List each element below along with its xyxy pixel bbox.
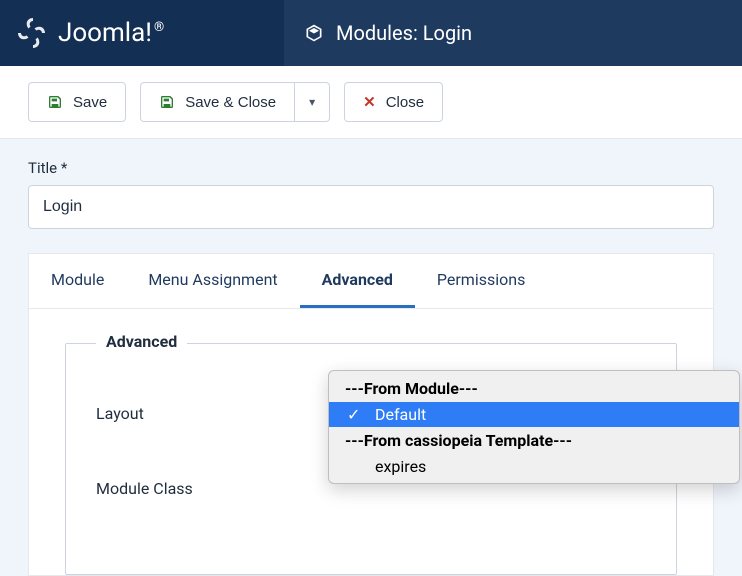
tab-menu-assignment[interactable]: Menu Assignment bbox=[126, 254, 299, 308]
save-icon bbox=[159, 94, 175, 110]
tab-permissions[interactable]: Permissions bbox=[415, 254, 547, 308]
dropdown-group-module: ---From Module--- bbox=[329, 375, 739, 402]
close-button-label: Close bbox=[386, 94, 424, 111]
fieldset-legend: Advanced bbox=[96, 332, 187, 351]
cube-icon bbox=[304, 23, 324, 43]
close-icon: ✕ bbox=[363, 93, 376, 111]
tabs: Module Menu Assignment Advanced Permissi… bbox=[28, 253, 714, 308]
save-close-button[interactable]: Save & Close bbox=[140, 82, 295, 122]
chevron-down-icon: ▾ bbox=[309, 95, 315, 109]
page-title-area: Modules: Login bbox=[284, 0, 742, 66]
toolbar: Save Save & Close ▾ ✕ Close bbox=[0, 66, 742, 139]
tab-advanced[interactable]: Advanced bbox=[300, 254, 415, 308]
close-button[interactable]: ✕ Close bbox=[344, 82, 443, 122]
title-input[interactable] bbox=[28, 185, 714, 229]
save-icon bbox=[47, 94, 63, 110]
save-close-button-label: Save & Close bbox=[185, 94, 276, 111]
brand-name: Joomla! bbox=[58, 18, 152, 48]
save-close-group: Save & Close ▾ bbox=[140, 82, 330, 122]
tab-module[interactable]: Module bbox=[29, 254, 126, 308]
dropdown-option-expires[interactable]: expires bbox=[329, 454, 739, 479]
joomla-logo-icon bbox=[18, 18, 48, 48]
page-title: Modules: Login bbox=[336, 21, 472, 45]
title-label: Title * bbox=[28, 159, 714, 177]
save-button-label: Save bbox=[73, 94, 107, 111]
brand-area: Joomla!® bbox=[0, 0, 284, 66]
save-button[interactable]: Save bbox=[28, 82, 126, 122]
save-close-caret-button[interactable]: ▾ bbox=[295, 82, 330, 122]
dropdown-group-template: ---From cassiopeia Template--- bbox=[329, 427, 739, 454]
layout-dropdown[interactable]: ---From Module--- Default ---From cassio… bbox=[328, 370, 740, 484]
dropdown-option-default[interactable]: Default bbox=[329, 402, 739, 427]
brand-registered: ® bbox=[154, 20, 164, 35]
